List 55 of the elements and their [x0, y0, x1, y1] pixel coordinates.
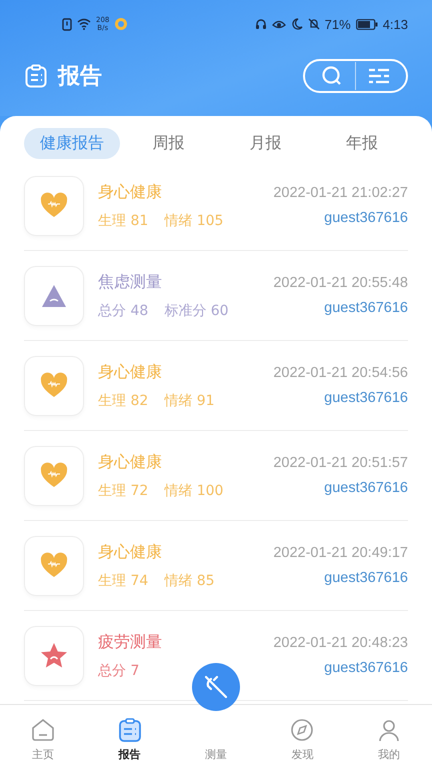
- bell-muted-icon: [308, 18, 320, 30]
- record-score: 情绪 85: [164, 572, 215, 590]
- battery-icon: [356, 18, 378, 30]
- compass-icon: [289, 717, 316, 743]
- page-title: 报告: [58, 63, 103, 91]
- record-time: 2022-01-21 20:55:48: [273, 275, 408, 291]
- nav-tab[interactable]: 我的: [346, 705, 432, 768]
- record-score: 情绪 100: [164, 482, 224, 500]
- record-title: 焦虑测量: [98, 272, 163, 292]
- nav-label[interactable]: 测量: [205, 747, 228, 762]
- report-tab[interactable]: 月报: [217, 128, 314, 159]
- nav-tab[interactable]: 发现: [259, 705, 346, 768]
- clipboard-icon: [24, 64, 48, 88]
- record-title: 疲劳测量: [98, 632, 163, 652]
- sim-icon: [62, 18, 72, 30]
- battery-percent: 71%: [324, 16, 351, 32]
- eye-icon: [272, 18, 286, 30]
- record-title: 身心健康: [98, 452, 163, 472]
- headphones-icon: [254, 18, 267, 30]
- clock-time: 4:13: [382, 16, 408, 32]
- record-title: 身心健康: [98, 542, 163, 562]
- clipboard-icon: [116, 717, 143, 743]
- record-user: guest367616: [324, 210, 408, 226]
- record-time: 2022-01-21 20:51:57: [273, 455, 408, 471]
- filter-menu-icon[interactable]: [368, 68, 390, 84]
- record-user: guest367616: [324, 300, 408, 316]
- report-tab[interactable]: 健康报告: [24, 128, 120, 159]
- record-user: guest367616: [324, 570, 408, 586]
- record-time: 2022-01-21 21:02:27: [273, 185, 408, 201]
- report-tab[interactable]: 年报: [314, 128, 410, 159]
- record-score: 总分 7: [98, 662, 140, 680]
- record-score: 生理 72: [98, 482, 148, 500]
- record-user: guest367616: [324, 390, 408, 406]
- record-score: 情绪 91: [164, 392, 215, 410]
- record-user: guest367616: [324, 480, 408, 496]
- record-score: 生理 74: [98, 572, 148, 590]
- app-notification-icon: [114, 17, 128, 31]
- nav-tab[interactable]: 主页: [0, 705, 86, 768]
- nav-tab[interactable]: 报告: [86, 705, 173, 768]
- record-title: 身心健康: [98, 362, 163, 382]
- record-time: 2022-01-21 20:49:17: [273, 545, 408, 561]
- record-score: 情绪 105: [164, 212, 224, 230]
- record-score: 总分 48: [98, 302, 148, 320]
- search-icon[interactable]: [321, 65, 343, 87]
- report-tab[interactable]: 周报: [120, 128, 217, 159]
- home-icon: [30, 717, 56, 743]
- record-score: 生理 82: [98, 392, 148, 410]
- record-user: guest367616: [324, 660, 408, 676]
- record-time: 2022-01-21 20:48:23: [273, 635, 408, 651]
- wifi-icon: [77, 18, 91, 30]
- record-score: 标准分 60: [164, 302, 229, 320]
- record-time: 2022-01-21 20:54:56: [273, 365, 408, 381]
- record-score: 生理 81: [98, 212, 148, 230]
- moon-icon: [290, 18, 303, 30]
- record-title: 身心健康: [98, 182, 163, 202]
